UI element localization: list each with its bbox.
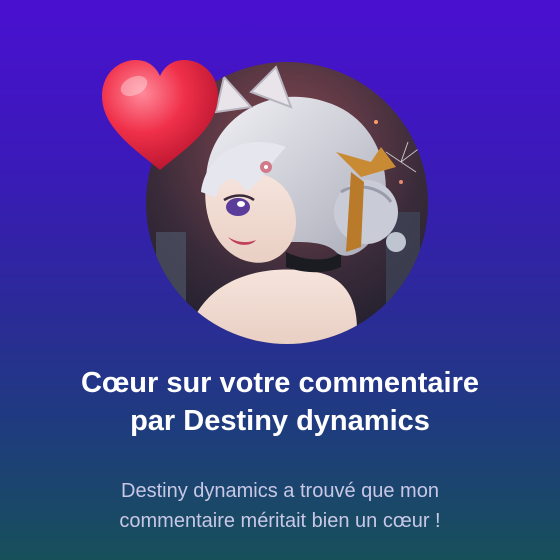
notification-title: Cœur sur votre commentaire par Destiny d… [0,364,560,440]
notification-message-line-1: Destiny dynamics a trouvé que mon [121,480,439,502]
heart-notification-card: Cœur sur votre commentaire par Destiny d… [0,0,560,560]
notification-title-line-1: Cœur sur votre commentaire [80,367,480,399]
notification-message: Destiny dynamics a trouvé que mon commen… [0,476,560,536]
heart-icon [102,60,218,170]
notification-message-line-2: commentaire méritait bien un cœur ! [119,510,441,532]
notification-title-line-2: par Destiny dynamics [130,405,430,437]
